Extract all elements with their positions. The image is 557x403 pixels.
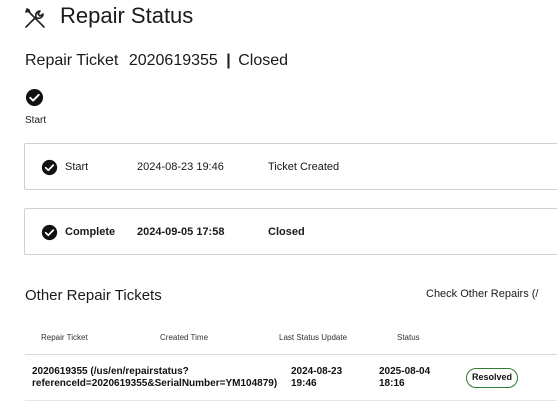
wrench-screwdriver-icon — [23, 6, 47, 30]
timeline-step-time: 2024-09-05 17:58 — [137, 226, 225, 238]
timeline-card-complete: Complete 2024-09-05 17:58 Closed — [24, 208, 557, 255]
column-header-last-status-update: Last Status Update — [279, 333, 348, 342]
timeline-step-description: Ticket Created — [268, 161, 340, 173]
check-circle-icon — [25, 88, 44, 107]
page-title: Repair Status — [60, 3, 194, 28]
timeline-step-time: 2024-08-23 19:46 — [137, 161, 224, 173]
timeline-card-start: Start 2024-08-23 19:46 Ticket Created — [24, 143, 557, 190]
ticket-link[interactable]: 2020619355 (/us/en/repairstatus? referen… — [32, 366, 277, 390]
ticket-label: Repair Ticket — [25, 52, 119, 69]
column-header-status: Status — [397, 333, 420, 342]
check-circle-icon — [41, 159, 58, 176]
ticket-summary: Repair Ticket 2020619355 | Closed — [25, 52, 288, 70]
last-update-cell: 2025-08-04 18:16 — [379, 366, 431, 389]
progress-step-label: Start — [25, 115, 47, 126]
table-divider — [25, 354, 557, 355]
column-header-repair-ticket: Repair Ticket — [41, 333, 88, 342]
check-circle-icon — [41, 224, 58, 241]
ticket-status: Closed — [238, 52, 289, 69]
timeline-step-name: Complete — [65, 226, 116, 238]
timeline-step-name: Start — [65, 161, 89, 173]
column-header-created-time: Created Time — [160, 333, 209, 342]
ticket-separator: | — [226, 52, 231, 69]
status-badge: Resolved — [466, 368, 518, 388]
check-other-repairs-link[interactable]: Check Other Repairs (/ — [426, 288, 538, 300]
ticket-number: 2020619355 — [128, 52, 218, 69]
section-title: Other Repair Tickets — [25, 287, 162, 304]
created-time-cell: 2024-08-23 19:46 — [291, 366, 343, 389]
table-divider — [25, 400, 557, 401]
timeline-step-description: Closed — [268, 226, 305, 238]
